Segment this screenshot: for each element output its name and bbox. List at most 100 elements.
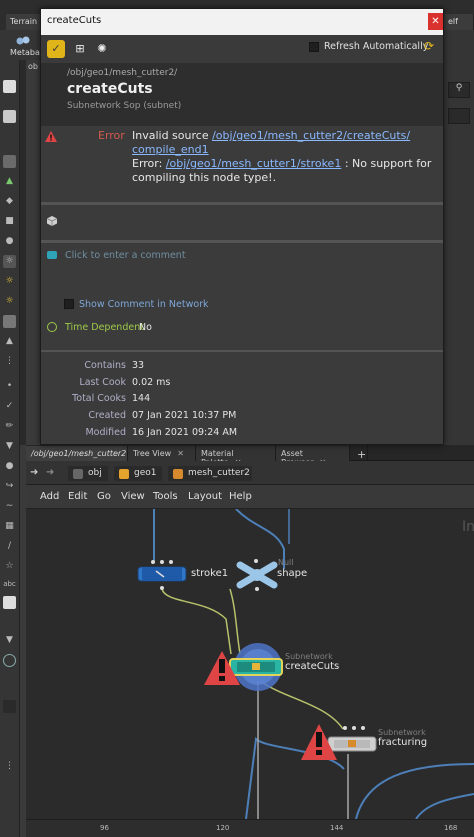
menu-view[interactable]: View — [121, 491, 145, 502]
tab-network-label: /obj/geo1/mesh_cutter2 — [31, 449, 127, 458]
node-info-window: createCuts ✕ ✓ ⊞ ✺ Refresh Automatically… — [40, 8, 444, 445]
shelf-tab-elf[interactable]: elf — [444, 14, 474, 30]
curve-tool-icon[interactable]: ∼ — [3, 500, 16, 513]
error-label: Error — [98, 129, 125, 142]
refresh-icon[interactable]: ⟳ — [424, 39, 434, 53]
view-tool-icon[interactable] — [3, 110, 16, 123]
camera-tool-icon[interactable]: ■ — [3, 215, 16, 228]
menu-help[interactable]: Help — [229, 491, 252, 502]
bulb3-tool-icon[interactable]: ☼ — [3, 295, 16, 308]
select-tool-icon[interactable] — [3, 80, 16, 93]
lock-tool-icon[interactable]: ◆ — [3, 195, 16, 208]
more-tool-icon[interactable]: ⋮ — [3, 760, 16, 773]
tab-network[interactable]: /obj/geo1/mesh_cutter2✕ — [26, 446, 139, 461]
refresh-auto-checkbox[interactable] — [309, 42, 319, 52]
error-icon — [45, 127, 57, 146]
error-link-source-end[interactable]: compile_end1 — [132, 143, 209, 156]
subnet-icon — [173, 469, 183, 479]
ruler-tick: 96 — [100, 824, 109, 832]
bug-icon[interactable]: ✺ — [93, 40, 111, 58]
stat-key-created: Created — [88, 410, 126, 421]
ruler-tick: 168 — [444, 824, 458, 832]
close-icon[interactable]: ✕ — [177, 449, 184, 458]
arrow-tool-icon[interactable]: ▼ — [3, 634, 16, 647]
tab-asset-browser[interactable]: Asset Browser✕ — [276, 446, 350, 467]
stroke1-node[interactable] — [137, 560, 187, 590]
metaball-icon[interactable] — [16, 32, 30, 45]
stat-value-total-cooks: 144 — [132, 393, 151, 404]
forward-arrow-icon[interactable]: ➜ — [46, 467, 54, 478]
drop-tool-icon[interactable]: ● — [3, 460, 16, 473]
network-ruler: 96 120 144 168 — [26, 819, 474, 837]
bulb2-tool-icon[interactable]: ☼ — [3, 275, 16, 288]
error-link-source[interactable]: /obj/geo1/mesh_cutter2/createCuts/ — [212, 129, 410, 142]
bg-panel-control[interactable] — [448, 108, 470, 124]
node-name: createCuts — [67, 81, 153, 97]
image-tool-icon[interactable] — [3, 596, 16, 609]
bucket-tool-icon[interactable]: ▼ — [3, 440, 16, 453]
menu-edit[interactable]: Edit — [68, 491, 87, 502]
network-editor[interactable]: stroke1 Null shape Subnetwork createCuts… — [26, 509, 474, 819]
node-type-fracturing: Subnetwork — [378, 728, 426, 737]
bg-right-strip: ⚲ — [444, 60, 474, 445]
handle-tool-icon[interactable] — [3, 155, 16, 168]
section-divider — [41, 350, 443, 352]
breadcrumb-geo1[interactable]: geo1 — [114, 466, 162, 481]
stat-value-contains: 33 — [132, 360, 145, 371]
node-label-shape: shape — [277, 568, 308, 579]
stat-key-total-cooks: Total Cooks — [72, 393, 126, 404]
stroke-tool-icon[interactable]: ↪ — [3, 480, 16, 493]
menu-tools[interactable]: Tools — [153, 491, 178, 502]
light-tool-icon[interactable]: ● — [3, 235, 16, 248]
show-comment-checkbox[interactable] — [64, 299, 74, 309]
bulb-tool-icon[interactable]: ☼ — [3, 255, 16, 268]
menu-add[interactable]: Add — [40, 491, 59, 502]
shape-null-node[interactable] — [236, 559, 278, 591]
close-button[interactable]: ✕ — [428, 13, 443, 30]
pen-tool-icon[interactable]: ✏ — [3, 420, 16, 433]
snap-tool-icon[interactable] — [3, 315, 16, 328]
time-dependent-value: No — [139, 322, 152, 333]
orbit-tool-icon[interactable] — [3, 654, 16, 667]
stat-key-contains: Contains — [84, 360, 126, 371]
dots-tool-icon[interactable]: ⋮ — [3, 355, 16, 368]
breadcrumb-mesh-cutter2[interactable]: mesh_cutter2 — [168, 466, 252, 481]
error-link-stroke[interactable]: /obj/geo1/mesh_cutter1/stroke1 — [166, 157, 342, 170]
brush-tool-icon[interactable]: ✓ — [3, 400, 16, 413]
obj-icon — [73, 469, 83, 479]
node-path: /obj/geo1/mesh_cutter2/ — [67, 68, 178, 78]
pin-icon[interactable]: ✓ — [47, 40, 65, 58]
knife-tool-icon[interactable]: ∕ — [3, 540, 16, 553]
ruler-tick: 120 — [216, 824, 230, 832]
node-type-shape: Null — [278, 558, 294, 567]
tab-material-palette[interactable]: Material Palette✕ — [196, 446, 276, 467]
path-bar: ➜ ➜ obj geo1 mesh_cutter2 — [26, 461, 474, 485]
node-subtype: Subnetwork Sop (subnet) — [67, 101, 182, 111]
section-divider — [41, 202, 443, 205]
comment-field[interactable]: Click to enter a comment — [65, 250, 186, 261]
breadcrumb-geo1-label: geo1 — [134, 468, 157, 478]
section-divider — [41, 240, 443, 243]
dot-tool-icon[interactable]: • — [3, 380, 16, 393]
text-tool-icon[interactable]: abc — [3, 578, 16, 591]
fracturing-subnet-node[interactable] — [327, 726, 377, 752]
add-tab-button[interactable]: + — [352, 445, 368, 461]
scroll-track[interactable] — [3, 700, 16, 713]
pose-tool-icon[interactable]: ▲ — [3, 335, 16, 348]
add-icon[interactable]: ⊞ — [71, 40, 89, 58]
search-icon[interactable]: ⚲ — [448, 82, 470, 98]
network-corner-label: In — [462, 519, 474, 535]
node-label-createcuts: createCuts — [285, 661, 340, 672]
menu-go[interactable]: Go — [97, 491, 111, 502]
stat-key-modified: Modified — [85, 427, 126, 438]
wand-tool-icon[interactable]: ☆ — [3, 560, 16, 573]
houdini-window: Terrain FX elf Metaball ob ⚲ ▲ ◆ ■ ● ☼ ☼… — [0, 0, 474, 837]
tab-tree-view[interactable]: Tree View ✕ — [128, 446, 196, 461]
menu-layout[interactable]: Layout — [188, 491, 222, 502]
grid-tool-icon[interactable]: ▦ — [3, 520, 16, 533]
transform-tool-icon[interactable]: ▲ — [3, 175, 16, 188]
back-arrow-icon[interactable]: ➜ — [30, 467, 38, 478]
window-title-bar[interactable]: createCuts ✕ — [41, 9, 443, 35]
breadcrumb-obj[interactable]: obj — [68, 466, 108, 481]
error-text: Error: — [132, 157, 166, 170]
